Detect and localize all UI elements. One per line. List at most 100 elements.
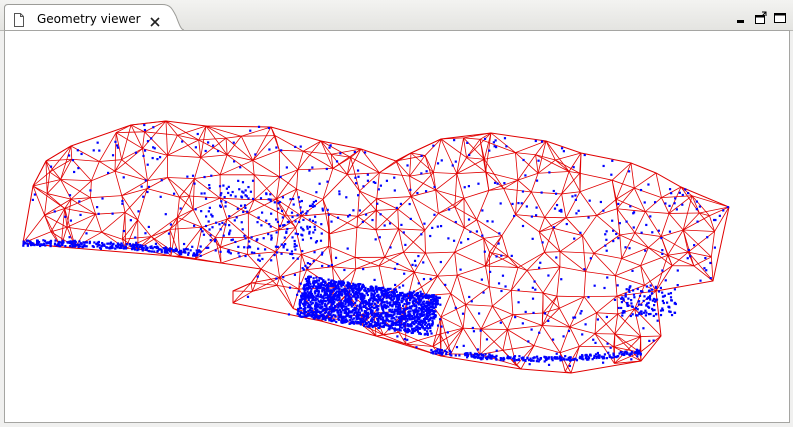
sample-point (553, 207, 557, 210)
sample-point (259, 197, 263, 200)
mesh-edge (425, 251, 455, 254)
sample-point (270, 259, 273, 262)
sample-point (278, 200, 282, 204)
sample-point (78, 200, 81, 203)
sample-point (421, 314, 424, 317)
sample-point (410, 323, 413, 326)
sample-point (510, 254, 513, 257)
sample-point (624, 246, 627, 249)
sample-point (648, 339, 651, 342)
sample-point (289, 198, 292, 201)
sample-point (433, 213, 436, 216)
sample-point (296, 293, 299, 296)
sample-point (359, 323, 363, 326)
sample-point (390, 291, 393, 294)
sample-point (378, 324, 382, 328)
sample-point (145, 248, 149, 251)
sample-point (395, 305, 398, 308)
sample-point (575, 359, 579, 362)
sample-point (396, 335, 399, 338)
minimize-icon[interactable] (735, 10, 749, 24)
sample-point (330, 220, 333, 223)
sample-point (276, 220, 279, 224)
close-icon[interactable] (149, 13, 161, 27)
sample-point (403, 272, 406, 275)
tab-geometry-viewer[interactable]: Geometry viewer (4, 4, 184, 31)
sample-point (373, 315, 376, 318)
sample-point (497, 282, 501, 285)
sample-point (447, 237, 450, 240)
sample-point (288, 286, 292, 289)
maximize-icon[interactable] (773, 10, 787, 24)
sample-point (342, 304, 345, 307)
sample-point (627, 170, 631, 173)
sample-point (601, 361, 605, 364)
sample-point (218, 185, 222, 188)
sample-point (246, 295, 250, 298)
sample-point (469, 351, 472, 355)
sample-point (249, 129, 252, 132)
sample-point (426, 300, 429, 303)
sample-point (517, 288, 520, 291)
sample-point (327, 213, 330, 216)
sample-point (299, 314, 302, 317)
mesh-edge (544, 216, 567, 219)
sample-point (246, 210, 249, 213)
sample-point (317, 279, 321, 282)
sample-point (611, 159, 614, 162)
sample-point (203, 175, 206, 179)
sample-point (623, 310, 626, 313)
sample-point (684, 188, 687, 191)
sample-point (207, 141, 210, 144)
sample-point (376, 309, 379, 312)
sample-point (421, 320, 425, 323)
sample-point (373, 278, 376, 282)
sample-point (353, 150, 356, 154)
sample-point (570, 358, 573, 362)
sample-point (325, 292, 328, 295)
sample-point (343, 311, 346, 314)
sample-point (351, 318, 354, 321)
sample-point (324, 281, 327, 284)
sample-point (424, 190, 428, 193)
geometry-canvas[interactable] (4, 30, 790, 423)
mesh-edge (200, 154, 228, 158)
sample-point (407, 325, 410, 328)
sample-point (401, 304, 405, 307)
sample-point (630, 358, 633, 361)
sample-point (670, 299, 673, 302)
sample-point (555, 352, 558, 355)
sample-point (419, 307, 423, 310)
sample-point (366, 325, 369, 328)
sample-point (160, 249, 163, 252)
sample-point (80, 152, 83, 156)
mesh-edge (424, 230, 426, 254)
sample-point (362, 304, 366, 307)
sample-point (153, 245, 156, 249)
sample-point (534, 214, 538, 217)
sample-point (280, 243, 283, 246)
sample-point (617, 306, 620, 310)
sample-point (503, 137, 507, 140)
restore-icon[interactable] (754, 10, 768, 24)
sample-point (357, 175, 360, 178)
sample-point (263, 248, 267, 251)
sample-point (318, 303, 321, 306)
sample-point (357, 317, 360, 320)
sample-point (630, 302, 633, 305)
mesh-edge (583, 296, 597, 314)
sample-point (415, 315, 418, 318)
sample-point (661, 252, 664, 255)
mesh-edge (250, 277, 280, 284)
sample-point (500, 289, 503, 293)
sample-point (521, 322, 524, 325)
sample-point (526, 356, 529, 359)
sample-point (573, 316, 577, 319)
sample-point (531, 237, 534, 240)
sample-point (243, 234, 246, 237)
sample-point (140, 248, 143, 251)
sample-point (631, 269, 634, 272)
mesh-edge (279, 149, 299, 171)
mesh-edge (515, 152, 536, 156)
mesh-edge (615, 162, 632, 200)
